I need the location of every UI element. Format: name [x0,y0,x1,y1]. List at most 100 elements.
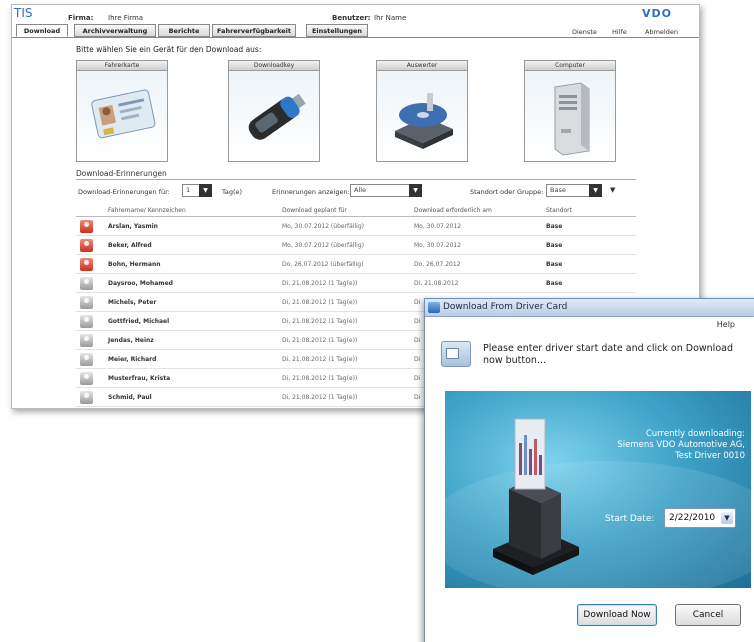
driver-name: Jendas, Heinz [108,337,154,344]
start-date-value: 2/22/2010 [669,513,716,523]
driver-name: Beker, Alfred [108,242,152,249]
tab-berichte[interactable]: Berichte [158,24,210,37]
dialog-prompt: Please enter driver start date and click… [483,343,733,366]
driver-status-icon [80,220,93,233]
show-reminders-select[interactable]: Alle ▼ [350,184,422,197]
tab-divider [12,37,699,38]
location-select[interactable]: Base ▼ [546,184,602,197]
device-label: Auswerter [377,61,467,71]
download-status-panel: Currently downloading: Siemens VDO Autom… [445,391,751,588]
download-planned: Do, 26.07.2012 (überfällig) [282,261,364,268]
tab-download[interactable]: Download [16,24,68,37]
column-header[interactable]: Download geplant für [282,207,347,214]
driver-status-icon [80,277,93,290]
card-reader-icon [493,418,579,575]
driver-name: Musterfrau, Krista [108,375,171,382]
download-now-button[interactable]: Download Now [577,604,657,626]
tab-fahrerverfuegbarkeit[interactable]: Fahrerverfügbarkeit [212,24,296,37]
downloading-line-1: Currently downloading: [645,429,745,439]
driver-card-icon [77,71,167,161]
download-planned: Mo, 30.07.2012 (überfällig) [282,242,364,249]
device-label: Fahrerkarte [77,61,167,71]
driver-location: Base [546,261,563,268]
download-planned: Di, 21.08.2012 (1 Tag(e)) [282,375,358,382]
location-label: Standort oder Gruppe: [470,188,544,196]
reminders-table-header: Fahrername/ Kennzeichen Download geplant… [76,205,636,217]
chevron-down-icon[interactable]: ▼ [721,512,733,524]
driver-card-icon [441,341,471,367]
download-planned: Di, 21.08.2012 (1 Tag(e)) [282,318,358,325]
download-required: Di [414,375,421,382]
firm-value: Ihre Firma [108,14,144,22]
reminders-title: Download-Erinnerungen [76,169,167,178]
tab-archivverwaltung[interactable]: Archivverwaltung [74,24,156,37]
driver-name: Bohn, Hermann [108,261,161,268]
download-planned: Di, 21.08.2012 (1 Tag(e)) [282,356,358,363]
driver-name: Gottfried, Michael [108,318,170,325]
firm-label: Firma: [68,14,94,22]
link-dienste[interactable]: Dienste [572,28,597,36]
download-required: Mo, 30.07.2012 [414,223,462,230]
device-tile-computer[interactable]: Computer [524,60,616,162]
device-instruction: Bitte wählen Sie ein Gerät für den Downl… [76,45,262,54]
chevron-down-icon: ▼ [589,184,602,197]
driver-name: Michels, Peter [108,299,157,306]
download-required: Di [414,356,421,363]
download-required: Do, 26.07.2012 [414,261,461,268]
driver-status-icon [80,372,93,385]
driver-status-icon [80,353,93,366]
download-required: Mo, 30.07.2012 [414,242,462,249]
link-hilfe[interactable]: Hilfe [612,28,627,36]
download-key-icon [229,71,319,161]
device-tile-auswerter[interactable]: Auswerter [376,60,468,162]
table-row[interactable]: Beker, Alfred Mo, 30.07.2012 (überfällig)… [76,236,636,255]
start-date-picker[interactable]: 2/22/2010 ▼ [664,508,736,528]
app-logo: TIS [14,6,33,20]
download-required: Di [414,394,421,401]
column-header[interactable]: Fahrername/ Kennzeichen [108,207,186,214]
menu-caret-icon[interactable]: ▼ [610,186,615,194]
location-value: Base [550,186,566,194]
column-header[interactable]: Standort [546,207,572,214]
driver-status-icon [80,391,93,404]
driver-location: Base [546,223,563,230]
user-label: Benutzer: [332,14,371,22]
download-required: Di [414,318,421,325]
tab-einstellungen[interactable]: Einstellungen [306,24,368,37]
driver-location: Base [546,280,563,287]
filter-days-label: Download-Erinnerungen für: [78,188,170,196]
driver-status-icon [80,239,93,252]
filter-days-select[interactable]: 1 ▼ [182,184,212,197]
device-label: Computer [525,61,615,71]
device-tile-fahrerkarte[interactable]: Fahrerkarte [76,60,168,162]
driver-name: Arslan, Yasmin [108,223,158,230]
driver-name: Meier, Richard [108,356,157,363]
download-driver-card-dialog: Download From Driver Card Help Please en… [424,298,754,642]
download-required: Di [414,337,421,344]
downloading-line-2: Siemens VDO Automotive AG, [617,440,745,450]
link-abmelden[interactable]: Abmelden [645,28,678,36]
column-header[interactable]: Download erforderlich am [414,207,492,214]
downloading-status: Currently downloading: Siemens VDO Autom… [549,429,745,462]
filter-days-value: 1 [186,186,191,194]
cancel-button[interactable]: Cancel [675,604,741,626]
driver-status-icon [80,315,93,328]
table-row[interactable]: Daysroo, Mohamed Di, 21.08.2012 (1 Tag(e)… [76,274,636,293]
device-tile-downloadkey[interactable]: Downloadkey [228,60,320,162]
download-planned: Di, 21.08.2012 (1 Tag(e)) [282,280,358,287]
driver-name: Daysroo, Mohamed [108,280,173,287]
chevron-down-icon: ▼ [409,184,422,197]
dialog-title-bar[interactable]: Download From Driver Card [425,299,754,317]
help-link[interactable]: Help [717,320,735,329]
show-reminders-label: Erinnerungen anzeigen: [272,188,350,196]
download-planned: Di, 21.08.2012 (1 Tag(e)) [282,299,358,306]
table-row[interactable]: Arslan, Yasmin Mo, 30.07.2012 (überfällig… [76,217,636,236]
download-planned: Di, 21.08.2012 (1 Tag(e)) [282,394,358,401]
downloading-line-3: Test Driver 0010 [675,451,745,461]
driver-status-icon [80,296,93,309]
computer-tower-icon [525,71,615,161]
reminders-divider [76,179,636,180]
user-value: Ihr Name [374,14,407,22]
table-row[interactable]: Bohn, Hermann Do, 26.07.2012 (überfällig)… [76,255,636,274]
chevron-down-icon: ▼ [199,184,212,197]
